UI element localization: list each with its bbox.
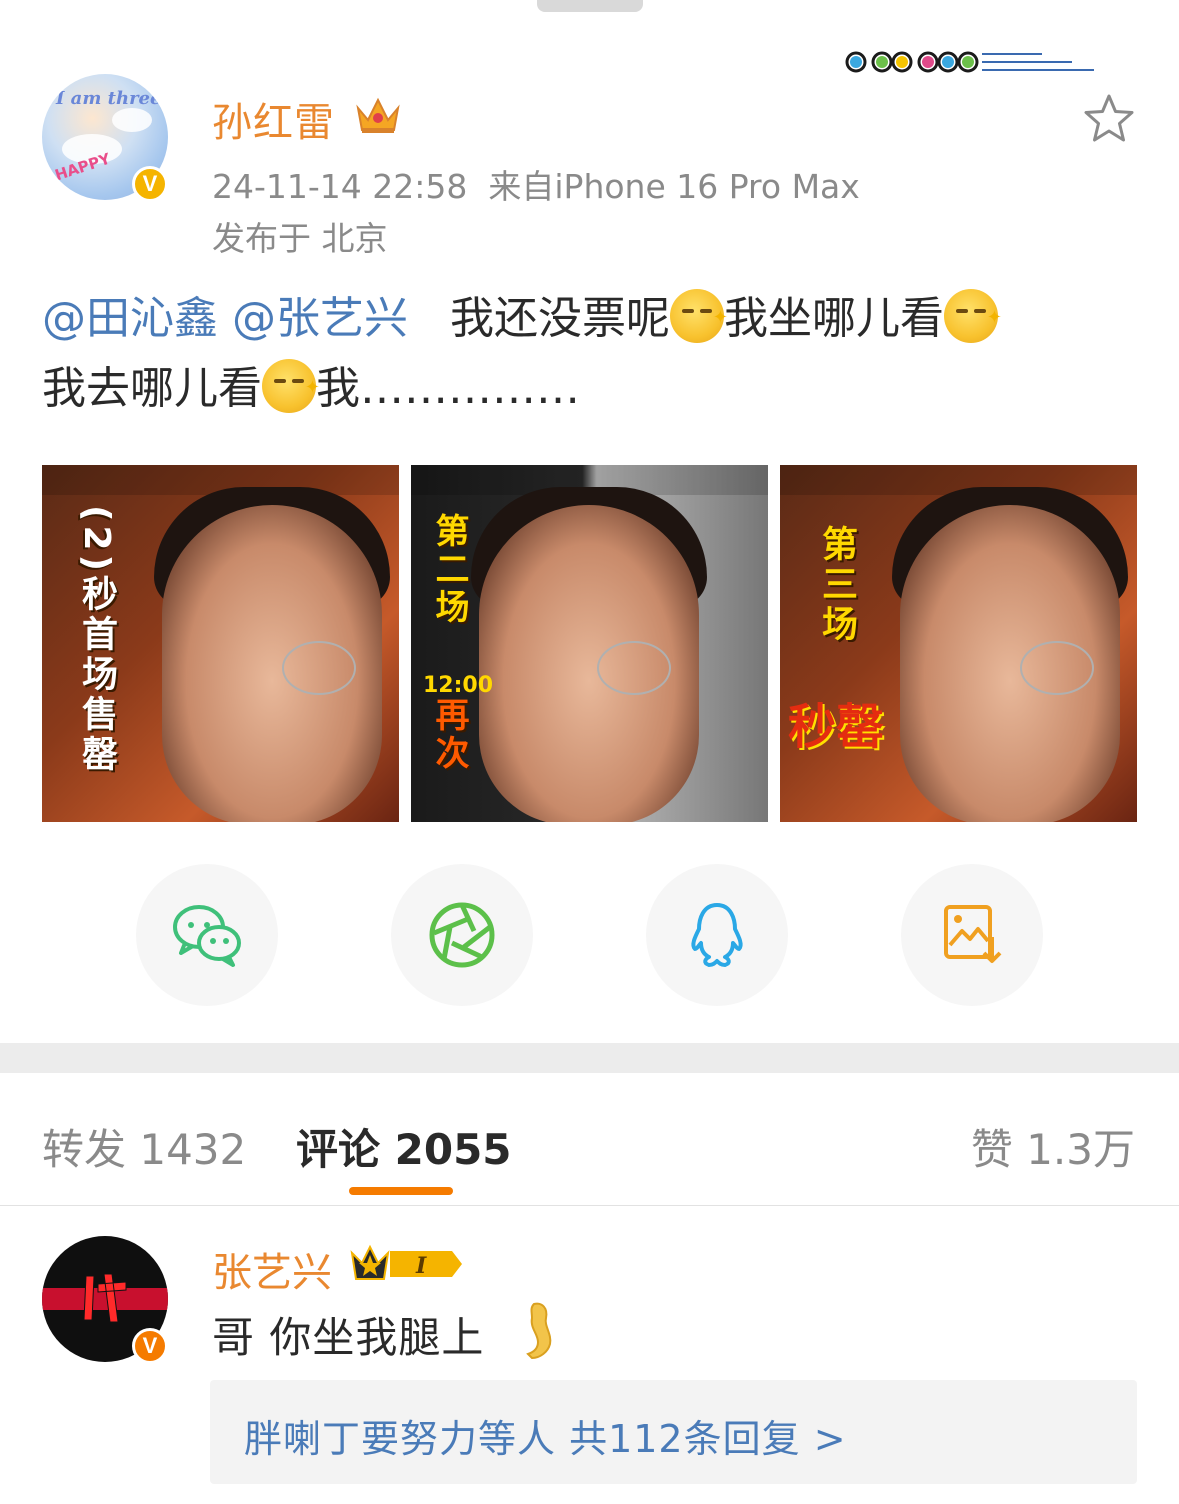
- post-image[interactable]: 第二场 12:00 再次: [411, 465, 768, 822]
- favorite-star-icon[interactable]: [1082, 92, 1136, 146]
- post-text-segment: 我去哪儿看: [42, 363, 262, 414]
- tab-divider: [0, 1205, 1179, 1206]
- post-image[interactable]: (2)秒首场售罄: [42, 465, 399, 822]
- post-text-segment: 我还没票呢: [449, 293, 670, 344]
- image-overlay-text: 再次: [429, 697, 469, 773]
- avatar-logo-icon: [42, 1274, 168, 1323]
- decoration-pattern-icon: [845, 51, 1094, 73]
- weibo-post-page: I am three HAPPY V 孙红雷 24-11-14 22:58 来自…: [0, 0, 1179, 1504]
- post-text-segment: 我……………: [316, 363, 580, 414]
- image-overlay-text: 第三场: [816, 525, 857, 645]
- post-image[interactable]: 第三场 秒罄: [780, 465, 1137, 822]
- moments-icon: [429, 902, 495, 968]
- post-location: 发布于 北京: [212, 219, 388, 258]
- member-level-badge-icon: I: [350, 1244, 462, 1280]
- sheet-drag-handle[interactable]: [537, 0, 643, 12]
- post-meta-time: 24-11-14 22:58 来自iPhone 16 Pro Max: [212, 160, 860, 208]
- image-overlay-text: 秒罄: [788, 699, 885, 755]
- comment-text: 哥 你坐我腿上: [212, 1313, 485, 1362]
- mention-link[interactable]: @张艺兴: [232, 293, 408, 344]
- section-separator: [0, 1043, 1179, 1073]
- post-body: @田沁鑫 @张艺兴 我还没票呢 ✦ 我坐哪儿看 ✦ 我去哪儿看 ✦ 我……………: [42, 284, 1142, 424]
- mention-link[interactable]: @田沁鑫: [42, 293, 218, 344]
- image-overlay-time: 12:00: [423, 673, 494, 698]
- image-overlay-text: 第二场: [429, 513, 469, 627]
- post-timestamp: 24-11-14 22:58: [212, 167, 468, 206]
- active-tab-indicator: [349, 1187, 453, 1195]
- wechat-icon: [173, 905, 241, 967]
- tab-comments[interactable]: 评论 2055: [296, 1116, 512, 1177]
- post-text-segment: 我坐哪儿看: [723, 293, 944, 344]
- share-moments-button[interactable]: [391, 864, 533, 1006]
- post-source: 来自iPhone 16 Pro Max: [488, 167, 860, 206]
- image-overlay-text: (2)秒首场售罄: [76, 505, 117, 775]
- tab-likes[interactable]: 赞 1.3万: [971, 1116, 1135, 1177]
- save-image-button[interactable]: [901, 864, 1043, 1006]
- share-wechat-button[interactable]: [136, 864, 278, 1006]
- avatar-text: I am three: [56, 88, 162, 109]
- leg-emoji-icon: [526, 1302, 552, 1360]
- crown-icon: [356, 97, 400, 133]
- verified-badge: V: [132, 1328, 168, 1364]
- emoji-icon: ✦: [669, 289, 728, 343]
- share-qq-button[interactable]: [646, 864, 788, 1006]
- reply-summary-text: 胖喇丁要努力等人 共112条回复 >: [244, 1417, 847, 1461]
- author-username[interactable]: 孙红雷: [212, 90, 335, 148]
- svg-text:I: I: [415, 1253, 427, 1279]
- tab-repost[interactable]: 转发 1432: [42, 1116, 246, 1177]
- verified-badge: V: [132, 166, 168, 202]
- replies-summary-button[interactable]: 胖喇丁要努力等人 共112条回复 >: [210, 1380, 1137, 1484]
- save-image-icon: [944, 905, 1002, 963]
- emoji-icon: ✦: [943, 289, 1002, 343]
- qq-icon: [691, 903, 743, 967]
- commenter-username[interactable]: 张艺兴: [212, 1240, 332, 1298]
- emoji-icon: ✦: [262, 359, 320, 413]
